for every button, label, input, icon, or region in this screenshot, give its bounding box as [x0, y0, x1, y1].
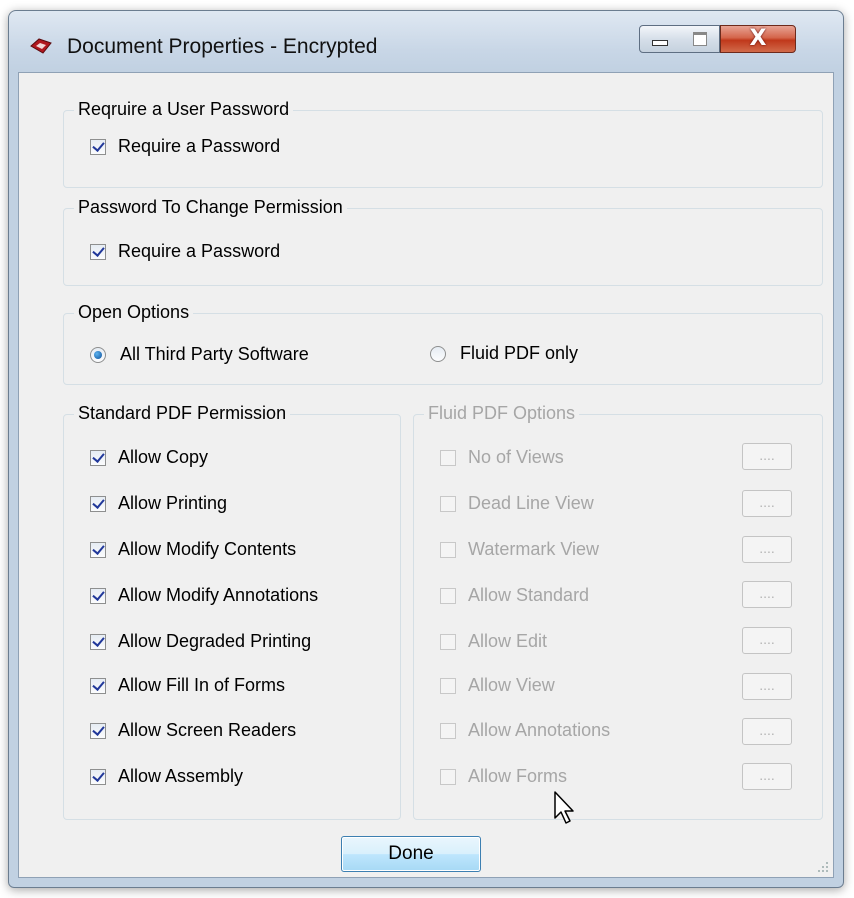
checkbox-box[interactable] — [90, 541, 106, 558]
allow-standard-settings-button[interactable]: .... — [742, 581, 792, 608]
fluid-options-group: Fluid PDF Options No of Views .... Dead … — [413, 403, 823, 820]
radio-all-third-party[interactable]: All Third Party Software — [90, 344, 309, 365]
checkbox-label: Require a Password — [118, 136, 281, 156]
checkbox-label: Allow Assembly — [118, 766, 244, 786]
window-title: Document Properties - Encrypted — [67, 35, 378, 58]
checkbox-box[interactable] — [90, 138, 106, 155]
checkbox-box[interactable] — [90, 677, 106, 694]
checkbox-box[interactable] — [440, 677, 456, 694]
dialog-window: Document Properties - Encrypted X Reqrui… — [8, 10, 844, 888]
checkbox-box[interactable] — [440, 449, 456, 466]
allow-edit-checkbox[interactable]: Allow Edit — [440, 631, 547, 652]
maximize-button[interactable] — [680, 25, 720, 53]
checkbox-box[interactable] — [90, 243, 106, 260]
checkbox-box[interactable] — [90, 722, 106, 739]
no-of-views-settings-button[interactable]: .... — [742, 443, 792, 470]
allow-modify-annotations-checkbox[interactable]: Allow Modify Annotations — [90, 585, 318, 606]
checkbox-box[interactable] — [90, 449, 106, 466]
checkbox-label: Allow Degraded Printing — [118, 631, 312, 651]
checkbox-label: Allow Printing — [118, 493, 228, 513]
minimize-icon — [652, 40, 668, 46]
allow-printing-checkbox[interactable]: Allow Printing — [90, 493, 227, 514]
allow-annotations-settings-button[interactable]: .... — [742, 718, 792, 745]
user-require-password-checkbox[interactable]: Require a Password — [90, 136, 280, 157]
allow-view-settings-button[interactable]: .... — [742, 673, 792, 700]
radio-label: All Third Party Software — [120, 344, 309, 364]
watermark-view-checkbox[interactable]: Watermark View — [440, 539, 599, 560]
mouse-pointer-icon — [554, 791, 574, 824]
allow-modify-contents-checkbox[interactable]: Allow Modify Contents — [90, 539, 296, 560]
checkbox-label: Allow Screen Readers — [118, 720, 297, 740]
pdf-app-icon — [30, 38, 52, 54]
allow-screen-readers-checkbox[interactable]: Allow Screen Readers — [90, 720, 296, 741]
user-password-group-title: Reqruire a User Password — [74, 99, 294, 120]
checkbox-box[interactable] — [90, 633, 106, 650]
radio-button[interactable] — [430, 345, 446, 362]
close-button[interactable]: X — [720, 25, 796, 53]
open-options-group-title: Open Options — [74, 302, 194, 323]
checkbox-label: Allow Edit — [468, 631, 548, 651]
allow-standard-checkbox[interactable]: Allow Standard — [440, 585, 589, 606]
permission-require-password-checkbox[interactable]: Require a Password — [90, 241, 280, 262]
checkbox-label: Allow Fill In of Forms — [118, 675, 286, 695]
dead-line-view-checkbox[interactable]: Dead Line View — [440, 493, 594, 514]
checkbox-box[interactable] — [440, 541, 456, 558]
allow-degraded-printing-checkbox[interactable]: Allow Degraded Printing — [90, 631, 311, 652]
checkbox-label: Allow Standard — [468, 585, 590, 605]
allow-assembly-checkbox[interactable]: Allow Assembly — [90, 766, 243, 787]
no-of-views-checkbox[interactable]: No of Views — [440, 447, 564, 468]
close-icon: X — [749, 26, 767, 51]
checkbox-label: Dead Line View — [468, 493, 594, 513]
checkbox-label: Allow View — [468, 675, 555, 695]
allow-edit-settings-button[interactable]: .... — [742, 627, 792, 654]
allow-annotations-checkbox[interactable]: Allow Annotations — [440, 720, 610, 741]
dead-line-view-settings-button[interactable]: .... — [742, 490, 792, 517]
permission-password-group: Password To Change Permission Require a … — [63, 197, 823, 286]
permission-password-group-title: Password To Change Permission — [74, 197, 347, 218]
title-bar[interactable]: Document Properties - Encrypted X — [9, 11, 843, 67]
checkbox-box[interactable] — [440, 768, 456, 785]
checkbox-box[interactable] — [90, 587, 106, 604]
checkbox-box[interactable] — [90, 768, 106, 785]
checkbox-box[interactable] — [90, 495, 106, 512]
dialog-client-area: Reqruire a User Password Require a Passw… — [18, 72, 834, 878]
open-options-group: Open Options All Third Party Software Fl… — [63, 302, 823, 385]
checkbox-label: Allow Modify Annotations — [118, 585, 319, 605]
checkbox-box[interactable] — [440, 495, 456, 512]
radio-button[interactable] — [90, 346, 106, 363]
checkbox-label: Watermark View — [468, 539, 600, 559]
user-password-group: Reqruire a User Password Require a Passw… — [63, 99, 823, 188]
watermark-view-settings-button[interactable]: .... — [742, 536, 792, 563]
checkbox-label: No of Views — [468, 447, 564, 467]
allow-forms-checkbox[interactable]: Allow Forms — [440, 766, 567, 787]
checkbox-label: Require a Password — [118, 241, 281, 261]
radio-fluid-pdf-only[interactable]: Fluid PDF only — [430, 343, 578, 364]
checkbox-label: Allow Copy — [118, 447, 209, 467]
allow-forms-settings-button[interactable]: .... — [742, 763, 792, 790]
resize-grip-icon[interactable] — [815, 859, 829, 873]
checkbox-box[interactable] — [440, 587, 456, 604]
fluid-options-group-title: Fluid PDF Options — [424, 403, 580, 424]
checkbox-box[interactable] — [440, 633, 456, 650]
radio-label: Fluid PDF only — [460, 343, 579, 363]
allow-fill-forms-checkbox[interactable]: Allow Fill In of Forms — [90, 675, 285, 696]
checkbox-box[interactable] — [440, 722, 456, 739]
minimize-button[interactable] — [639, 25, 681, 53]
allow-view-checkbox[interactable]: Allow View — [440, 675, 555, 696]
done-button[interactable]: Done — [341, 836, 481, 872]
standard-permission-group-title: Standard PDF Permission — [74, 403, 291, 424]
checkbox-label: Allow Modify Contents — [118, 539, 297, 559]
maximize-icon — [692, 32, 707, 46]
allow-copy-checkbox[interactable]: Allow Copy — [90, 447, 208, 468]
checkbox-label: Allow Annotations — [468, 720, 611, 740]
done-button-label: Done — [388, 843, 434, 864]
standard-permission-group: Standard PDF Permission Allow Copy Allow… — [63, 403, 401, 820]
checkbox-label: Allow Forms — [468, 766, 568, 786]
